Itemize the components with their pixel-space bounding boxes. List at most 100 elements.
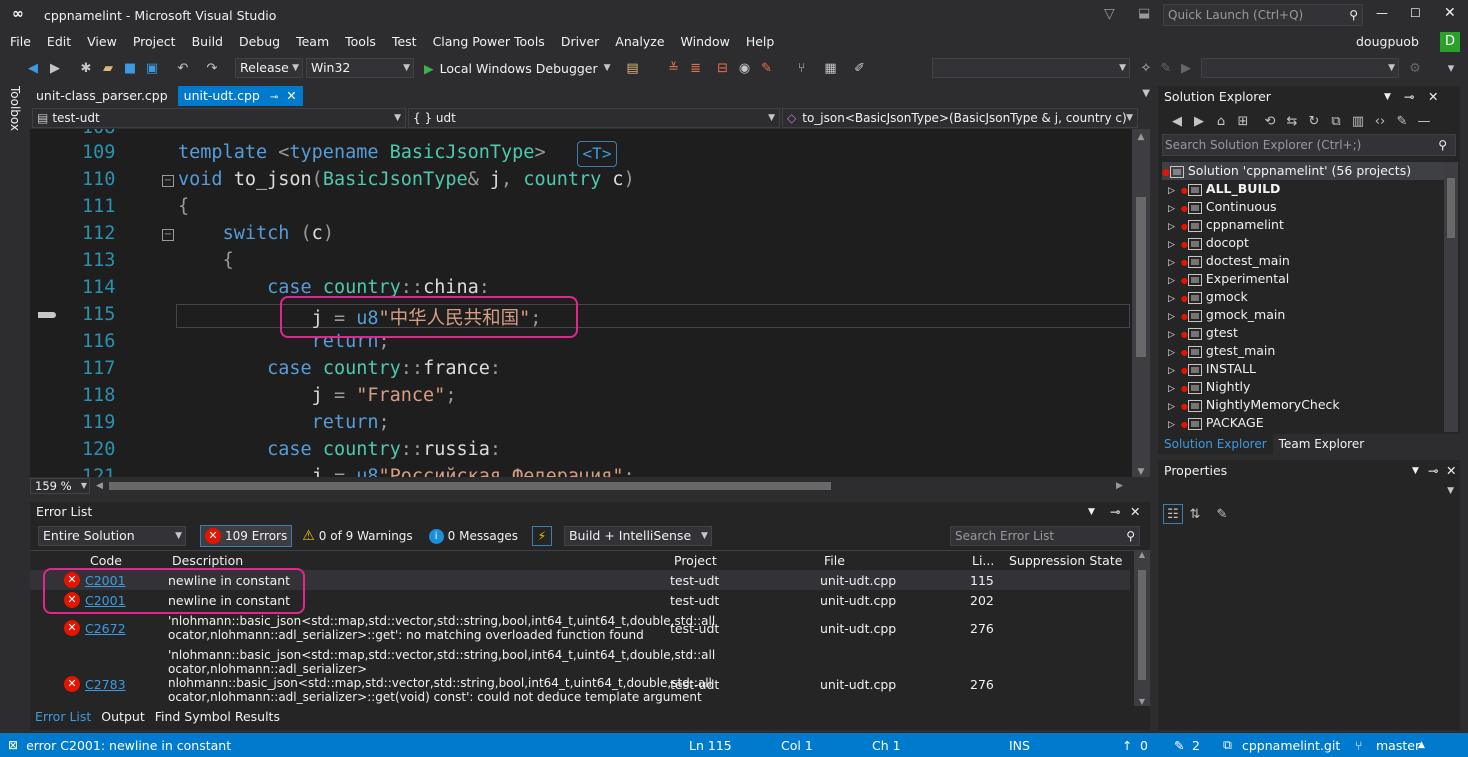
sync-icon[interactable]: ⇆ <box>1282 111 1302 131</box>
scroll-left-icon[interactable]: ◀ <box>96 481 103 491</box>
tab-unit-class-parser[interactable]: unit-class_parser.cpp <box>30 86 174 106</box>
repo-icon[interactable]: ⧉ <box>1223 737 1232 753</box>
menu-file[interactable]: File <box>2 30 39 54</box>
expand-icon[interactable]: ▷ <box>1168 402 1175 412</box>
tab-output[interactable]: Output <box>96 706 149 728</box>
new-project-icon[interactable]: ✱ <box>76 58 96 78</box>
tree-project[interactable]: ▷ ● cppnamelint <box>1168 216 1458 234</box>
collapse-toggle[interactable]: − <box>162 229 174 241</box>
save-all-icon[interactable]: ▣ <box>142 58 162 78</box>
expand-icon[interactable]: ▷ <box>1168 348 1175 358</box>
scroll-up-icon[interactable]: ▲ <box>1134 550 1150 559</box>
toolbox-label[interactable]: Toolbox <box>8 86 22 131</box>
forward-icon[interactable]: ▶ <box>1189 111 1209 131</box>
menu-edit[interactable]: Edit <box>39 30 79 54</box>
scope-select[interactable]: Entire Solution ▼ <box>38 526 186 546</box>
project-scope-combo[interactable]: ▤ test-udt ▼ <box>32 108 406 128</box>
quick-launch-input[interactable]: Quick Launch (Ctrl+Q) ⚲ <box>1163 4 1363 26</box>
menu-help[interactable]: Help <box>738 30 783 54</box>
switch-views-icon[interactable]: ⊞ <box>1233 111 1253 131</box>
expand-icon[interactable]: ▷ <box>1168 240 1175 250</box>
comment-icon[interactable]: ▦ <box>821 58 841 78</box>
pin-icon[interactable]: ⊸ <box>1110 502 1120 522</box>
stop-icon[interactable]: ◉ <box>735 58 755 78</box>
filter-toggle-icon[interactable]: ⚡ <box>531 526 552 546</box>
menu-project[interactable]: Project <box>125 30 184 54</box>
expand-icon[interactable]: ▷ <box>1168 276 1175 286</box>
expand-icon[interactable]: ▷ <box>1168 186 1175 196</box>
tree-project[interactable]: ▷ ● gmock_main <box>1168 306 1458 324</box>
pending-edits-count[interactable]: 2 <box>1192 738 1200 753</box>
menu-build[interactable]: Build <box>184 30 231 54</box>
expand-icon[interactable]: ▷ <box>1168 312 1175 322</box>
menu-analyze[interactable]: Analyze <box>607 30 672 54</box>
code-view-icon[interactable]: ‹› <box>1370 111 1390 131</box>
refresh-icon[interactable]: ↻ <box>1304 111 1324 131</box>
branch-icon[interactable]: ⑂ <box>1355 738 1363 753</box>
build-filter-select[interactable]: Build + IntelliSense ▼ <box>563 526 712 546</box>
col-project[interactable]: Project <box>674 553 717 568</box>
scroll-thumb[interactable] <box>1447 178 1455 238</box>
expand-icon[interactable]: ▷ <box>1168 222 1175 232</box>
table-row[interactable]: ✕ C2672 'nlohmann::basic_json<std::map,s… <box>30 610 1130 644</box>
scroll-up-icon[interactable]: ▲ <box>1132 129 1150 145</box>
tree-project[interactable]: ▷ ● Experimental <box>1168 270 1458 288</box>
branch-name[interactable]: master <box>1376 738 1420 753</box>
overflow-icon[interactable]: ▾ <box>1441 58 1461 78</box>
solution-search-input[interactable]: Search Solution Explorer (Ctrl+;) ⚲ <box>1162 134 1456 156</box>
filter-icon[interactable]: ▽ <box>1104 6 1115 22</box>
pen-icon[interactable]: ✎ <box>1156 58 1176 78</box>
tree-project[interactable]: ▷ ● ALL_BUILD <box>1168 180 1458 198</box>
tree-project[interactable]: ▷ ● Continuous <box>1168 198 1458 216</box>
template-hint-badge[interactable]: <T> <box>577 141 617 167</box>
alphabetical-icon[interactable]: ⇅ <box>1185 504 1205 524</box>
show-all-icon[interactable]: ▥ <box>1348 111 1368 131</box>
tree-project[interactable]: ▷ ● PACKAGE <box>1168 414 1458 432</box>
attach-icon[interactable]: ▤ <box>623 58 643 78</box>
tree-project[interactable]: ▷ ● Nightly <box>1168 378 1458 396</box>
error-code-link[interactable]: C2783 <box>85 677 126 692</box>
pin-icon[interactable]: ⊸ <box>270 92 278 103</box>
save-icon[interactable]: ■ <box>120 58 140 78</box>
home-icon[interactable]: ⌂ <box>1211 111 1231 131</box>
tree-project[interactable]: ▷ ● doctest_main <box>1168 252 1458 270</box>
scroll-thumb[interactable] <box>1138 570 1146 680</box>
platform-select[interactable]: Win32 ▼ <box>306 58 414 78</box>
col-line[interactable]: Li... <box>972 553 994 568</box>
close-icon[interactable]: ✕ <box>1428 86 1438 108</box>
expand-icon[interactable]: ▷ <box>1168 258 1175 268</box>
collapse-all-icon[interactable]: ⧉ <box>1326 111 1346 131</box>
editor-vertical-scrollbar[interactable]: ▲ ▼ <box>1132 129 1150 477</box>
close-icon[interactable]: ✕ <box>1130 502 1140 522</box>
format-icon[interactable]: ≚ <box>664 58 684 78</box>
hscroll-thumb[interactable] <box>108 481 831 490</box>
tab-find-symbol-results[interactable]: Find Symbol Results <box>150 706 285 728</box>
undo-icon[interactable]: ↶ <box>173 58 193 78</box>
close-button[interactable]: ✕ <box>1444 5 1456 21</box>
minus-icon[interactable]: — <box>1414 111 1434 131</box>
expand-icon[interactable]: ▷ <box>1168 204 1175 214</box>
col-code[interactable]: Code <box>90 553 122 568</box>
tree-project[interactable]: ▷ ● gtest <box>1168 324 1458 342</box>
tree-project[interactable]: ▷ ● NightlyMemoryCheck <box>1168 396 1458 414</box>
scroll-right-icon[interactable]: ▶ <box>1116 481 1123 491</box>
unpushed-count[interactable]: 0 <box>1140 738 1148 753</box>
redo-icon[interactable]: ↷ <box>202 58 222 78</box>
wrench-icon[interactable]: ✎ <box>757 58 777 78</box>
code-editor[interactable]: 108 109 110 111 112 113 114 115 116 117 … <box>30 129 1142 477</box>
warnings-filter-button[interactable]: ⚠ 0 of 9 Warnings <box>302 528 412 544</box>
start-debugger-button[interactable]: ▶ Local Windows Debugger ▼ <box>424 61 611 76</box>
menu-view[interactable]: View <box>79 30 125 54</box>
scroll-down-icon[interactable]: ▼ <box>1132 467 1150 477</box>
run-icon[interactable]: ▶ <box>1176 58 1196 78</box>
toolbox-strip[interactable]: Toolbox <box>0 82 30 730</box>
member-combo[interactable]: ◇ to_json<BasicJsonType>(BasicJsonType & … <box>782 108 1138 128</box>
settings-icon[interactable]: ⚙ <box>1405 58 1425 78</box>
pin-icon[interactable]: ⊸ <box>1404 86 1414 108</box>
find-combo[interactable]: ▼ <box>932 58 1130 78</box>
branch-icon[interactable]: ⑂ <box>792 58 812 78</box>
pin-icon[interactable]: ✧ <box>1136 58 1156 78</box>
col-file[interactable]: File <box>824 553 845 568</box>
properties-object-combo[interactable]: ▼ <box>1162 482 1456 504</box>
menu-tools[interactable]: Tools <box>337 30 384 54</box>
